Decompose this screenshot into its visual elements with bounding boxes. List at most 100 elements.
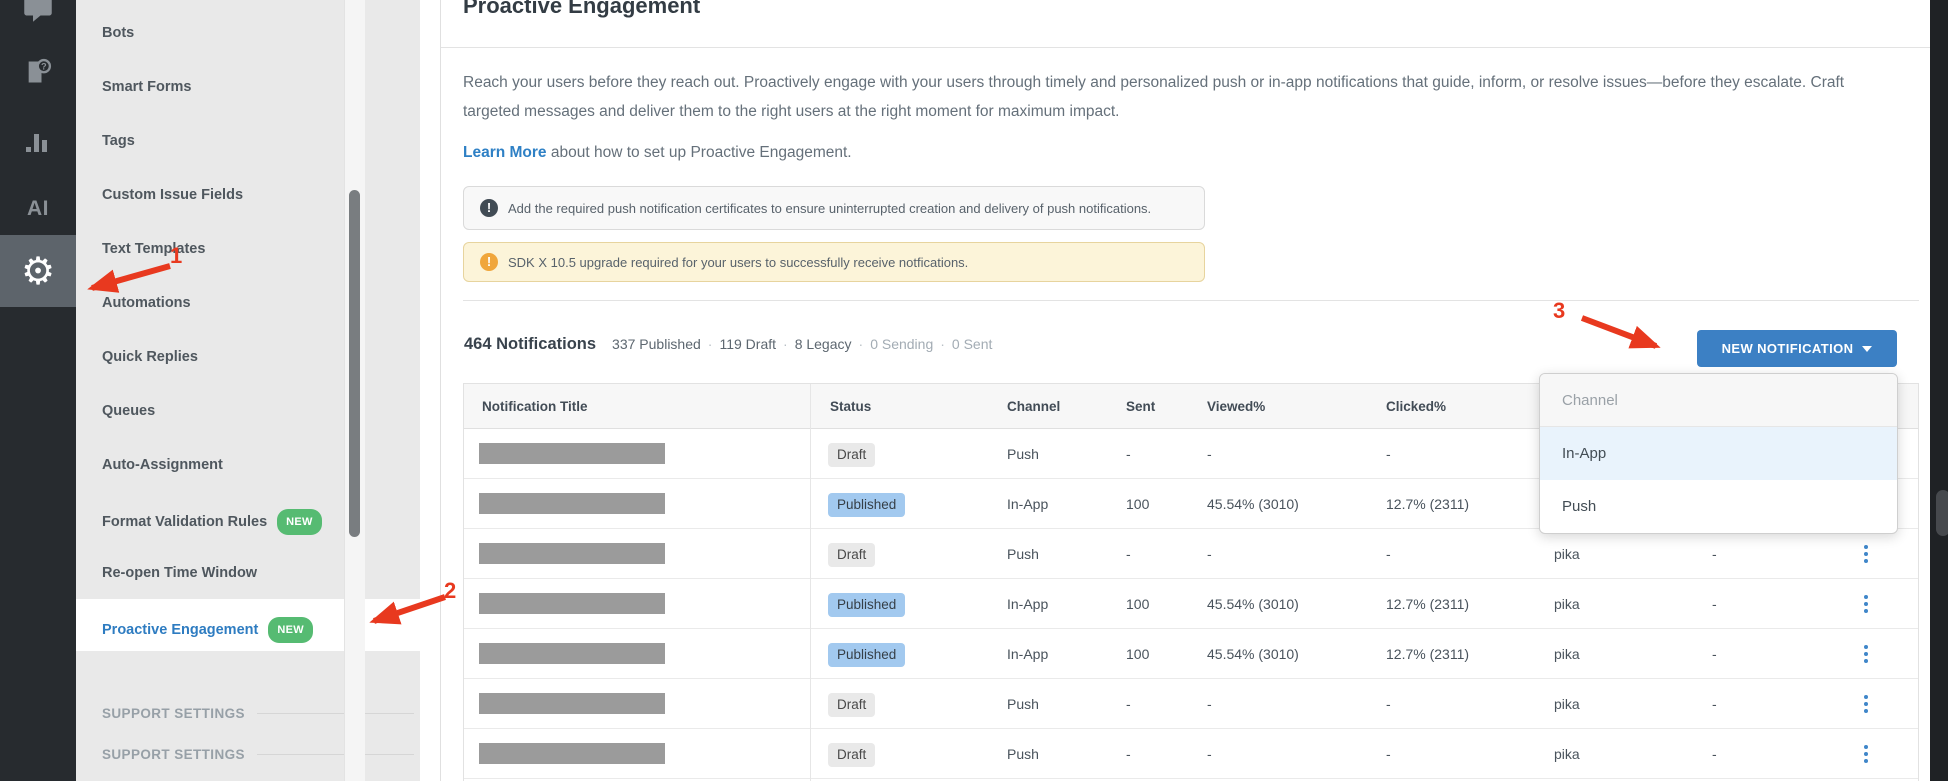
notification-title-placeholder (479, 693, 665, 714)
col-channel: Channel (1007, 399, 1061, 414)
col-viewed: Viewed% (1207, 399, 1266, 414)
status-badge: Draft (828, 743, 876, 767)
section-rule (256, 753, 414, 755)
cell-viewed: 45.54% (3010) (1207, 596, 1299, 612)
notification-title-placeholder (479, 643, 665, 664)
notification-title-placeholder (479, 493, 665, 514)
sidebar-item-bots[interactable]: Bots (102, 23, 134, 43)
row-actions-kebab-icon[interactable] (1864, 602, 1868, 606)
cell-status: Draft (828, 529, 876, 579)
settings-gear-icon[interactable]: ⚙ (0, 235, 76, 307)
table-row[interactable]: Published In-App 100 45.54% (3010) 12.7% (23… (464, 579, 1918, 629)
col-sent: Sent (1126, 399, 1156, 414)
sidebar-item-custom-issue-fields[interactable]: Custom Issue Fields (102, 185, 243, 205)
new-notification-button[interactable]: NEW NOTIFICATION (1697, 330, 1897, 367)
row-actions-kebab-icon[interactable] (1864, 652, 1868, 656)
svg-text:?: ? (41, 62, 47, 72)
sidebar-item-label: Text Templates (102, 241, 206, 257)
section-label: SUPPORT SETTINGS (102, 705, 245, 721)
chat-icon[interactable] (0, 0, 76, 23)
learn-more-link[interactable]: Learn More (463, 144, 547, 161)
cell-extra: - (1712, 746, 1717, 762)
sidebar-item-auto-assignment[interactable]: Auto-Assignment (102, 455, 223, 475)
table-row[interactable]: Draft Push - - - pika - (464, 529, 1918, 579)
notification-title-placeholder (479, 443, 665, 464)
sidebar-item-text-templates[interactable]: Text Templates (102, 239, 205, 259)
sidebar-item-label: Format Validation Rules (102, 514, 268, 530)
cell-channel: In-App (1007, 646, 1049, 662)
sidebar-item-label: Smart Forms (102, 79, 192, 95)
cell-channel: Push (1007, 696, 1039, 712)
status-badge: Published (828, 593, 906, 617)
push-certificates-banner: Add the required push notification certi… (463, 186, 1205, 230)
stat-0-sending: 0 Sending (870, 336, 934, 352)
sidebar-item-label: Quick Replies (102, 349, 198, 365)
cell-channel: Push (1007, 546, 1039, 562)
section-rule (256, 712, 414, 714)
status-badge: Published (828, 643, 906, 667)
cell-status: Draft (828, 679, 876, 729)
cell-status: Draft (828, 429, 876, 479)
stat-separator: · (783, 336, 788, 352)
sidebar-item-queues[interactable]: Queues (102, 401, 155, 421)
new-badge: NEW (277, 509, 322, 535)
table-row[interactable]: Published In-App 100 45.54% (3010) 12.7% (23… (464, 629, 1918, 679)
sidebar-item-label: Tags (102, 133, 135, 149)
cell-channel: Push (1007, 446, 1039, 462)
title-divider (441, 47, 1931, 48)
sidebar-item-format-validation-rules[interactable]: Format Validation Rules NEW (102, 509, 322, 535)
cell-channel: Push (1007, 746, 1039, 762)
cell-clicked: 12.7% (2311) (1386, 596, 1470, 612)
table-row[interactable]: Draft Push - - - pika - (464, 679, 1918, 729)
sidebar-item-label: Automations (102, 295, 191, 311)
row-actions-kebab-icon[interactable] (1864, 752, 1868, 756)
ai-icon[interactable]: AI (0, 197, 76, 221)
dropdown-option-in-app[interactable]: In-App (1540, 427, 1897, 480)
window-edge-handle[interactable] (1936, 490, 1948, 536)
sidebar-item-re-open-time-window[interactable]: Re-open Time Window (102, 563, 257, 583)
notifications-total: 464 Notifications (464, 335, 597, 353)
cell-viewed: - (1207, 446, 1212, 462)
sidebar-item-label: Proactive Engagement (102, 622, 259, 638)
sidebar-item-quick-replies[interactable]: Quick Replies (102, 347, 198, 367)
description-line: Reach your users before they reach out. … (463, 74, 1845, 91)
row-actions-kebab-icon[interactable] (1864, 702, 1868, 706)
section-label: SUPPORT SETTINGS (102, 746, 245, 762)
table-row[interactable]: Draft Push - - - pika - (464, 729, 1918, 779)
sidebar-item-label: Queues (102, 403, 156, 419)
stat-separator: · (858, 336, 864, 352)
cell-viewed: - (1207, 746, 1212, 762)
analytics-icon[interactable] (0, 128, 76, 154)
sidebar-item-smart-forms[interactable]: Smart Forms (102, 77, 191, 97)
sidebar-item-proactive-engagement[interactable]: Proactive Engagement NEW (102, 617, 313, 643)
status-badge: Draft (828, 693, 876, 717)
cell-status: Published (828, 629, 906, 679)
help-faq-icon[interactable]: ? (0, 58, 76, 86)
sidebar-section-support-settings-1: SUPPORT SETTINGS (102, 704, 414, 722)
banner-text: Add the required push notification certi… (508, 200, 1152, 216)
sidebar-item-label: Bots (102, 25, 135, 41)
col-status: Status (830, 399, 872, 414)
sidebar-scrollbar-thumb[interactable] (349, 190, 360, 537)
sidebar-scrollbar-track[interactable] (344, 0, 365, 781)
sidebar-section-support-settings-2: SUPPORT SETTINGS (102, 745, 414, 763)
status-badge: Draft (828, 543, 876, 567)
sidebar-item-automations[interactable]: Automations (102, 293, 191, 313)
cell-status: Draft (828, 729, 876, 779)
dropdown-header: Channel (1540, 374, 1897, 427)
learn-more-rest: about how to set up Proactive Engagement… (546, 144, 852, 161)
row-actions-kebab-icon[interactable] (1864, 552, 1868, 556)
icon-rail: ? AI ⚙ (0, 0, 76, 781)
notification-title-placeholder (479, 593, 665, 614)
status-badge: Draft (828, 443, 876, 467)
cell-extra: - (1712, 646, 1717, 662)
sidebar-item-tags[interactable]: Tags (102, 131, 135, 151)
cell-owner: pika (1554, 646, 1580, 662)
cell-owner: pika (1554, 746, 1580, 762)
cell-viewed: 45.54% (3010) (1207, 646, 1299, 662)
cell-sent: - (1126, 696, 1131, 712)
cell-sent: 100 (1126, 596, 1150, 612)
new-badge: NEW (268, 617, 313, 643)
cell-sent: 100 (1126, 496, 1150, 512)
dropdown-option-push[interactable]: Push (1540, 480, 1897, 533)
